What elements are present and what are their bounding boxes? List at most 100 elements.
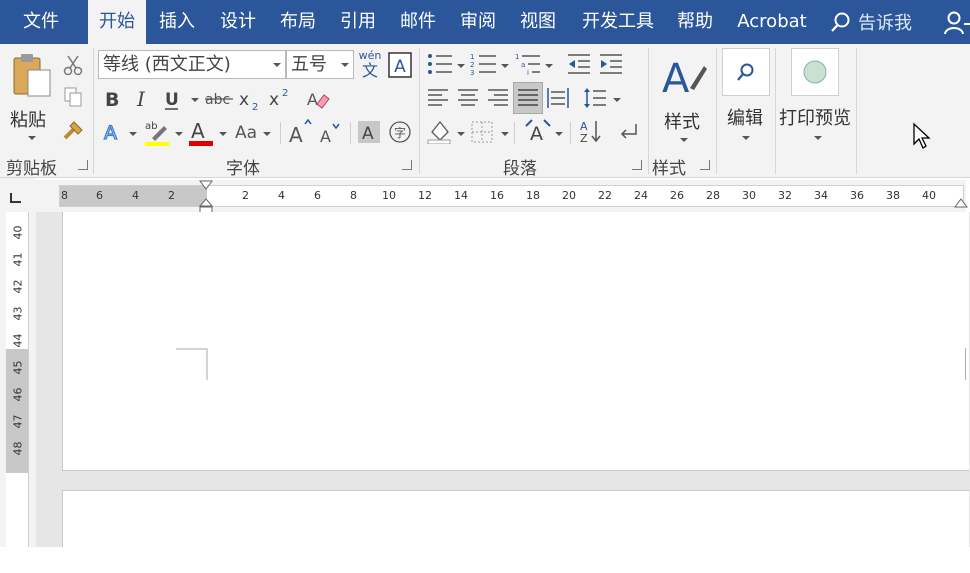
enclose-characters-icon[interactable]: 字 xyxy=(388,120,412,144)
character-border-icon[interactable]: A xyxy=(388,52,412,78)
borders-icon[interactable] xyxy=(470,120,494,144)
tab-design[interactable]: 设计 xyxy=(213,0,263,44)
align-right-icon[interactable] xyxy=(486,86,510,110)
bullets-icon[interactable] xyxy=(426,52,454,76)
tab-help[interactable]: 帮助 xyxy=(670,0,720,44)
vruler-tick: 46 xyxy=(11,387,25,402)
print-preview-dropdown-arrow[interactable] xyxy=(814,136,822,140)
editing-button[interactable]: 编辑 xyxy=(722,48,770,148)
text-effects-icon[interactable]: A xyxy=(102,120,126,144)
copy-icon[interactable] xyxy=(62,86,84,108)
ruler-tick: 28 xyxy=(706,189,720,202)
strikethrough-icon[interactable]: abc xyxy=(204,88,234,110)
shading-dropdown-arrow[interactable] xyxy=(457,132,465,136)
underline-icon[interactable]: U xyxy=(162,88,186,112)
numbering-dropdown-arrow[interactable] xyxy=(501,64,509,68)
tab-references[interactable]: 引用 xyxy=(333,0,383,44)
tab-view[interactable]: 视图 xyxy=(513,0,563,44)
sort-icon[interactable]: AZ xyxy=(578,118,604,144)
tab-home[interactable]: 开始 xyxy=(88,0,146,46)
font-color-icon[interactable]: A xyxy=(188,118,214,146)
vruler-tick: 42 xyxy=(11,279,25,294)
ruler-tick: 30 xyxy=(742,189,756,202)
change-case-dropdown-arrow[interactable] xyxy=(263,132,271,136)
bullets-dropdown-arrow[interactable] xyxy=(457,64,465,68)
superscript-icon[interactable]: x2 xyxy=(268,86,292,110)
tab-insert[interactable]: 插入 xyxy=(152,0,202,44)
font-dialog-launcher[interactable] xyxy=(402,160,412,170)
shrink-font-icon[interactable]: A xyxy=(318,120,342,146)
font-color-dropdown-arrow[interactable] xyxy=(219,132,227,136)
ruler-tick: 18 xyxy=(526,189,540,202)
document-page[interactable] xyxy=(62,212,969,471)
line-spacing-icon[interactable] xyxy=(582,86,608,110)
first-line-indent-marker[interactable] xyxy=(199,180,213,192)
phonetic-guide-button[interactable]: wén 文 xyxy=(358,50,382,80)
justify-button[interactable] xyxy=(513,82,543,114)
format-painter-icon[interactable] xyxy=(62,118,86,140)
svg-text:a: a xyxy=(521,61,525,69)
font-size-combo[interactable]: 五号 xyxy=(286,50,354,79)
ruler-tick: 36 xyxy=(850,189,864,202)
paragraph-dialog-launcher[interactable] xyxy=(632,160,642,170)
tab-file[interactable]: 文件 xyxy=(16,0,66,44)
vruler-tick: 44 xyxy=(11,333,25,348)
align-left-icon[interactable] xyxy=(426,86,450,110)
character-shading-icon[interactable]: A xyxy=(358,120,380,144)
highlight-color-icon[interactable]: ab xyxy=(144,118,172,146)
ruler-tick: 10 xyxy=(382,189,396,202)
right-indent-marker[interactable] xyxy=(954,198,968,210)
paste-label: 粘贴 xyxy=(10,110,46,131)
styles-button[interactable]: A 样式 xyxy=(656,50,710,148)
tab-mailings[interactable]: 邮件 xyxy=(393,0,443,44)
chevron-down-icon[interactable] xyxy=(273,63,281,67)
borders-dropdown-arrow[interactable] xyxy=(501,132,509,136)
tab-layout[interactable]: 布局 xyxy=(273,0,323,44)
tab-acrobat[interactable]: Acrobat xyxy=(730,0,814,44)
editing-icon-box xyxy=(722,48,770,96)
share-user-icon[interactable] xyxy=(944,10,970,36)
svg-text:A: A xyxy=(362,124,374,144)
font-name-combo[interactable]: 等线 (西文正文) xyxy=(98,50,286,79)
distributed-icon[interactable] xyxy=(546,86,570,110)
print-preview-button[interactable]: 打印预览 xyxy=(778,48,854,148)
svg-text:2: 2 xyxy=(282,88,288,99)
multilevel-list-icon[interactable]: 1ai xyxy=(514,52,542,76)
editing-dropdown-arrow[interactable] xyxy=(742,136,750,140)
numbering-icon[interactable]: 123 xyxy=(470,52,498,76)
multilevel-dropdown-arrow[interactable] xyxy=(545,64,553,68)
document-page-next[interactable] xyxy=(62,490,969,548)
clipboard-dialog-launcher[interactable] xyxy=(78,160,88,170)
styles-label: 样式 xyxy=(664,112,700,133)
chinese-layout-icon[interactable]: A xyxy=(524,118,552,144)
vruler-tick: 45 xyxy=(11,360,25,375)
vruler-tick: 41 xyxy=(11,252,25,267)
styles-dropdown-arrow[interactable] xyxy=(680,138,688,142)
editing-label: 编辑 xyxy=(727,108,763,129)
chevron-down-icon[interactable] xyxy=(341,63,349,67)
highlight-dropdown-arrow[interactable] xyxy=(175,132,183,136)
bold-icon[interactable]: B xyxy=(102,88,124,110)
align-center-icon[interactable] xyxy=(456,86,480,110)
styles-dialog-launcher[interactable] xyxy=(700,160,710,170)
subscript-icon[interactable]: x2 xyxy=(238,88,262,112)
italic-icon[interactable]: I xyxy=(132,88,154,110)
shading-icon[interactable] xyxy=(426,118,454,144)
increase-indent-icon[interactable] xyxy=(598,52,624,76)
chinese-layout-dropdown-arrow[interactable] xyxy=(555,132,563,136)
text-effects-dropdown-arrow[interactable] xyxy=(129,132,137,136)
cut-icon[interactable] xyxy=(62,54,84,76)
tell-me-search[interactable]: 告诉我 xyxy=(830,0,912,44)
paste-dropdown-arrow[interactable] xyxy=(28,136,36,140)
grow-font-icon[interactable]: A xyxy=(288,118,312,146)
tab-selector-icon[interactable] xyxy=(8,190,24,206)
show-paragraph-marks-icon[interactable] xyxy=(616,120,640,144)
paste-button[interactable]: 粘贴 xyxy=(6,50,58,148)
clear-formatting-icon[interactable]: A xyxy=(306,88,330,110)
change-case-icon[interactable]: Aa xyxy=(234,120,266,144)
underline-dropdown-arrow[interactable] xyxy=(191,98,199,102)
tab-review[interactable]: 审阅 xyxy=(453,0,503,44)
tab-developer[interactable]: 开发工具 xyxy=(576,0,660,44)
decrease-indent-icon[interactable] xyxy=(566,52,592,76)
line-spacing-dropdown-arrow[interactable] xyxy=(613,98,621,102)
